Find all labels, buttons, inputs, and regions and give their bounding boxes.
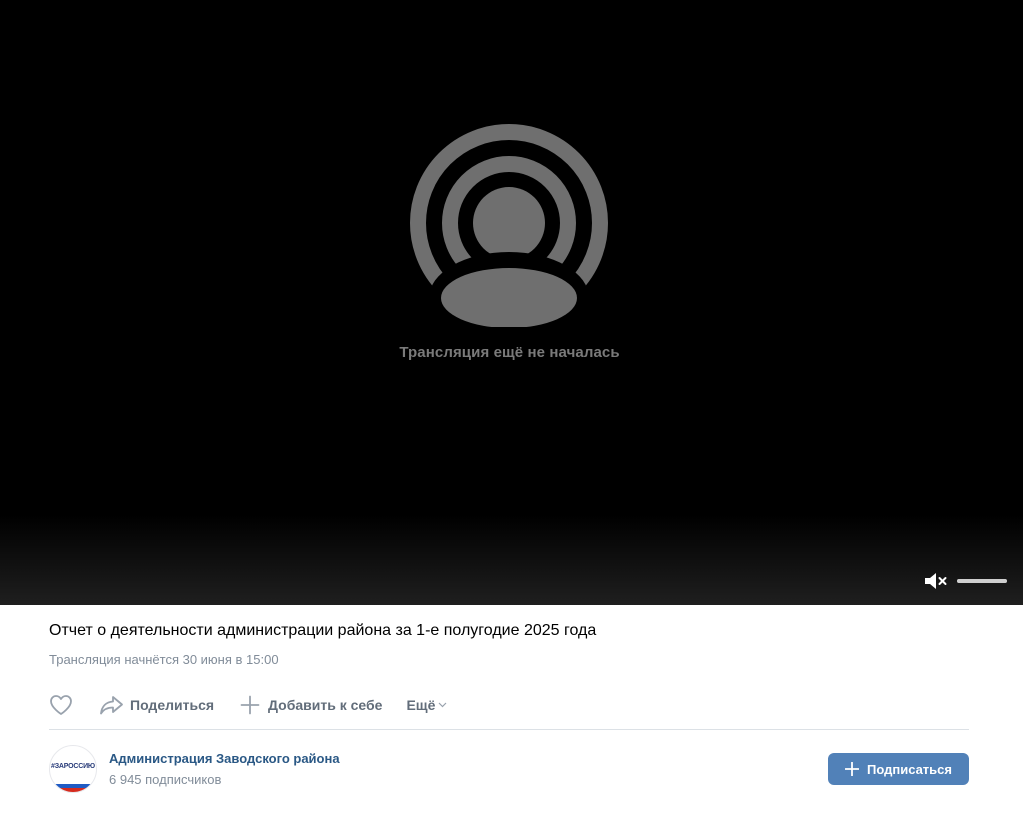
more-button[interactable]: Ещё — [406, 697, 447, 713]
divider — [49, 729, 969, 730]
chevron-down-icon — [438, 702, 447, 708]
subscribe-label: Подписаться — [866, 761, 952, 777]
video-actions: Поделиться Добавить к себе Ещё — [49, 690, 447, 720]
tricolor-flag — [50, 780, 96, 792]
avatar-logo-text: #ЗАРОССИЮ — [51, 763, 95, 770]
volume-muted-icon[interactable] — [922, 570, 948, 592]
volume-level — [957, 579, 1007, 583]
like-button[interactable] — [49, 694, 73, 716]
more-label: Ещё — [406, 697, 436, 713]
share-arrow-icon — [100, 696, 123, 715]
live-broadcast-icon — [410, 124, 608, 327]
add-to-my-videos-button[interactable]: Добавить к себе — [240, 695, 382, 715]
player-controls-bar — [0, 515, 1023, 605]
share-label: Поделиться — [130, 697, 215, 713]
add-label: Добавить к себе — [268, 697, 383, 713]
heart-icon — [50, 695, 72, 715]
channel-avatar[interactable]: #ЗАРОССИЮ — [49, 745, 97, 793]
video-title: Отчет о деятельности администрации район… — [49, 622, 597, 639]
share-button[interactable]: Поделиться — [99, 695, 214, 715]
subscriber-count: 6 945 подписчиков — [109, 772, 222, 787]
video-player[interactable]: Трансляция ещё не началась — [0, 0, 1023, 605]
stream-start-time: Трансляция начнётся 30 июня в 15:00 — [49, 652, 279, 667]
stream-not-started-text: Трансляция ещё не началась — [399, 344, 620, 361]
plus-icon — [240, 695, 260, 715]
channel-name-link[interactable]: Администрация Заводского района — [109, 751, 340, 766]
plus-icon — [844, 762, 859, 776]
subscribe-button[interactable]: Подписаться — [828, 753, 969, 785]
volume-slider[interactable] — [957, 579, 1007, 583]
